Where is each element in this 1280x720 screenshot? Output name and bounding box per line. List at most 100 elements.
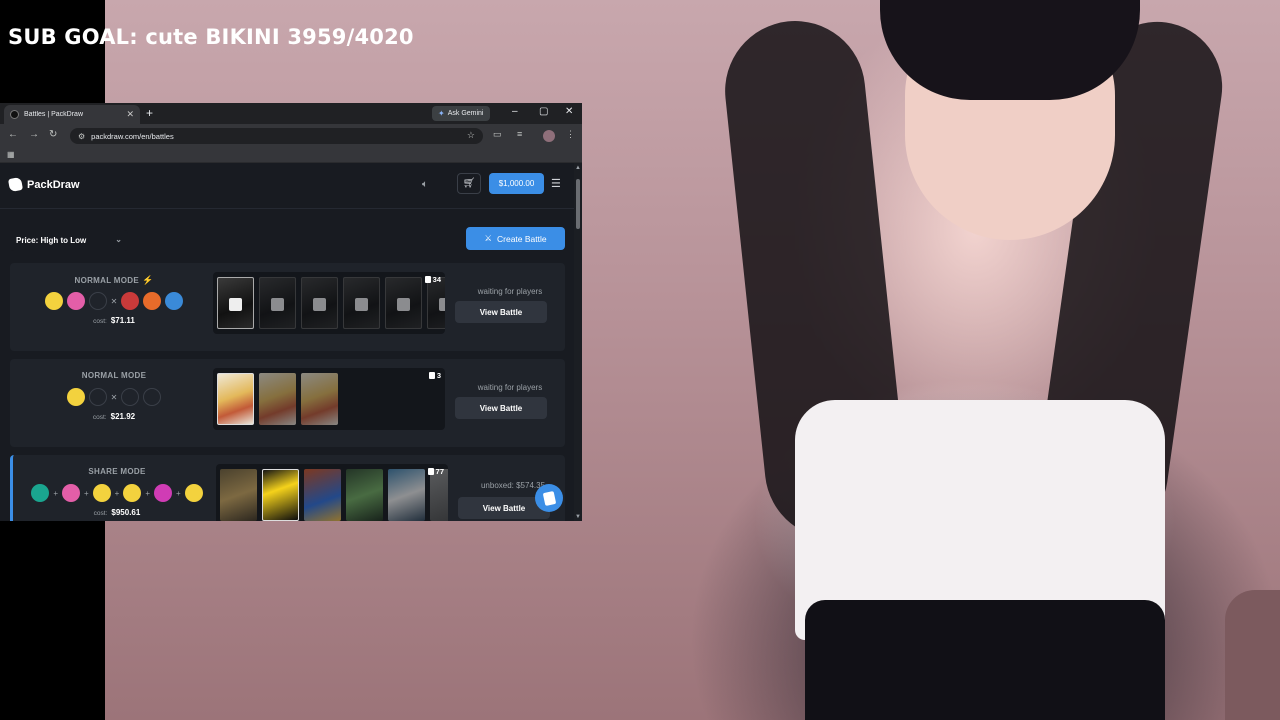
packdraw-logo-icon <box>7 176 24 193</box>
pack-count-icon <box>428 372 435 379</box>
chevron-down-icon: ⌄ <box>115 235 122 244</box>
battle-mode: SHARE MODE <box>13 467 221 476</box>
window-close-icon[interactable]: ✕ <box>565 106 573 117</box>
battle-cost: cost: $950.61 <box>13 508 221 517</box>
plus-icon: + <box>53 488 58 498</box>
player-avatar-icon <box>31 484 50 502</box>
battle-status: waiting for players <box>477 287 543 296</box>
pack-count: 77 <box>427 467 444 476</box>
battle-mode: NORMAL MODE <box>10 371 218 380</box>
versus-icon: ✕ <box>110 296 118 306</box>
pack-thumbnail <box>262 469 299 521</box>
cost-label: cost: <box>93 510 108 517</box>
stream-frame: SUB GOAL: cute BIKINI 3959/4020 Battles … <box>0 0 1280 720</box>
pack-thumbnail <box>343 277 380 329</box>
forward-icon[interactable]: → <box>29 129 39 140</box>
packdraw-logo[interactable]: PackDraw <box>7 176 80 193</box>
view-battle-button[interactable]: View Battle <box>455 397 547 419</box>
balance-button[interactable]: $1,000.00 <box>489 173 544 194</box>
battle-row: NORMAL MODE ⚡ ✕ cost: $71.11 34 waiting … <box>10 263 565 351</box>
floating-cards-button[interactable] <box>535 484 563 512</box>
battle-cost: cost: $21.92 <box>10 412 218 421</box>
empty-slot-icon[interactable] <box>143 388 162 406</box>
pack-thumbnail <box>301 277 338 329</box>
pack-thumbnail <box>346 469 383 521</box>
player-avatar-icon <box>154 484 172 502</box>
player-avatar-icon <box>165 292 184 310</box>
pack-count-value: 77 <box>435 467 444 476</box>
battle-mode-text: NORMAL MODE <box>81 371 147 380</box>
battle-mode: NORMAL MODE ⚡ <box>10 275 218 286</box>
site-header: PackDraw 🔈︎ 🛒︎ $1,000.00 ☰ <box>0 163 574 209</box>
scroll-down-icon[interactable]: ▼ <box>575 514 581 520</box>
pack-thumbnail <box>301 373 338 425</box>
site-info-icon[interactable]: ⚙ <box>78 132 85 141</box>
pack-logo-icon <box>355 298 368 311</box>
apps-grid-icon[interactable]: ▦ <box>7 150 15 159</box>
pack-count-value: 3 <box>436 371 441 380</box>
battle-players: + + + + + <box>13 484 221 502</box>
skirt-shape <box>805 600 1165 720</box>
battle-row: SHARE MODE + + + + + cost: $950.61 77 un… <box>10 455 565 521</box>
packdraw-favicon-icon <box>10 110 19 119</box>
ask-gemini-button[interactable]: ✦ Ask Gemini <box>432 106 490 121</box>
gemini-star-icon: ✦ <box>438 109 445 118</box>
battle-players: ✕ <box>10 388 218 406</box>
player-avatar-icon <box>61 484 80 502</box>
new-tab-icon[interactable]: + <box>146 106 153 120</box>
bookmark-star-icon[interactable]: ☆ <box>467 130 475 141</box>
cast-icon[interactable]: ▭ <box>493 129 502 140</box>
kebab-menu-icon[interactable]: ⋮ <box>566 129 575 140</box>
maximize-icon[interactable]: ▢ <box>539 106 548 117</box>
reading-list-icon[interactable]: ≡ <box>517 129 522 139</box>
pack-count: 34 <box>424 275 441 284</box>
sub-goal-text: SUB GOAL: cute BIKINI 3959/4020 <box>8 25 414 49</box>
player-avatar-icon <box>123 484 142 502</box>
player-avatar-icon <box>44 292 63 310</box>
tab-title: Battles | PackDraw <box>24 111 84 118</box>
create-battle-button[interactable]: ⚔ Create Battle <box>466 227 565 250</box>
pack-logo-icon <box>397 298 410 311</box>
speaker-icon[interactable]: 🔈︎ <box>422 179 428 190</box>
tab-battles[interactable]: Battles | PackDraw ✕ <box>4 105 140 124</box>
scroll-up-icon[interactable]: ▲ <box>575 165 581 171</box>
battle-packs: 34 <box>213 272 445 334</box>
reload-icon[interactable]: ↻ <box>49 129 57 140</box>
pack-count-value: 34 <box>432 275 441 284</box>
battle-packs: 77 <box>216 464 448 521</box>
profile-avatar-icon[interactable] <box>543 130 555 142</box>
back-icon[interactable]: ← <box>8 129 18 140</box>
empty-slot-icon[interactable] <box>88 292 107 310</box>
battle-packs: 3 <box>213 368 445 430</box>
pack-logo-icon <box>271 298 284 311</box>
sort-select[interactable]: Price: High to Low ⌄ <box>10 230 128 251</box>
view-battle-button[interactable]: View Battle <box>455 301 547 323</box>
sort-select-value: Price: High to Low <box>16 236 87 245</box>
empty-slot-icon[interactable] <box>88 388 107 406</box>
hamburger-menu-icon[interactable]: ☰ <box>551 177 561 190</box>
scroll-thumb[interactable] <box>576 179 580 229</box>
url-field[interactable]: ⚙ packdraw.com/en/battles ☆ <box>70 128 483 144</box>
pack-thumbnail <box>430 469 448 521</box>
pack-logo-icon <box>229 298 242 311</box>
pack-thumbnail <box>217 277 254 329</box>
address-bar: ← → ↻ ⚙ packdraw.com/en/battles ☆ ▭ ≡ ⋮ <box>0 124 582 148</box>
empty-slot-icon[interactable] <box>121 388 140 406</box>
battle-status: waiting for players <box>477 383 543 392</box>
page-scrollbar[interactable]: ▲ ▼ <box>574 163 582 521</box>
player-avatar-icon <box>66 388 85 406</box>
cost-value: $71.11 <box>110 316 135 325</box>
cost-label: cost: <box>93 318 107 325</box>
close-icon[interactable]: ✕ <box>126 109 134 120</box>
pack-thumbnail <box>427 277 445 329</box>
minimize-icon[interactable]: – <box>512 106 518 117</box>
browser-window: Battles | PackDraw ✕ + ✦ Ask Gemini – ▢ … <box>0 103 582 521</box>
pack-count: 3 <box>428 371 441 380</box>
chair-shape <box>1225 590 1280 720</box>
pack-thumbnail <box>259 277 296 329</box>
versus-icon: ✕ <box>110 392 118 402</box>
cost-value: $950.61 <box>111 508 141 517</box>
cart-button[interactable]: 🛒︎ <box>457 173 481 194</box>
cost-label: cost: <box>92 414 107 421</box>
plus-icon: + <box>114 488 120 498</box>
